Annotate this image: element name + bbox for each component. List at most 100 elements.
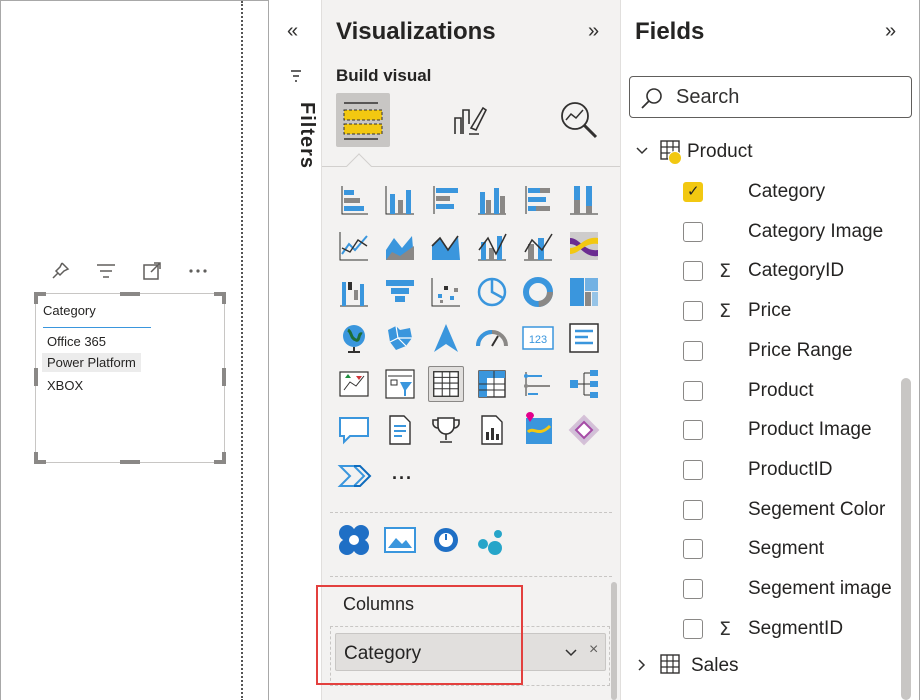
stacked-bar-chart-icon[interactable] xyxy=(336,182,372,218)
field-checkbox[interactable] xyxy=(683,539,703,560)
custom-visual-timeline-icon[interactable] xyxy=(428,522,464,558)
field-row[interactable]: Segement image xyxy=(683,575,903,603)
qa-icon[interactable] xyxy=(336,412,372,448)
chevron-down-icon[interactable] xyxy=(564,642,578,666)
report-canvas[interactable]: Category Office 365 Power Platform XBOX xyxy=(0,0,268,700)
filter-icon[interactable] xyxy=(95,260,117,287)
area-chart-icon[interactable] xyxy=(382,228,418,264)
search-icon xyxy=(640,86,664,115)
clustered-column-chart-icon[interactable] xyxy=(474,182,510,218)
field-checkbox[interactable] xyxy=(683,301,703,322)
field-checkbox[interactable] xyxy=(683,221,703,242)
slicer-visual[interactable]: Category Office 365 Power Platform XBOX xyxy=(34,292,226,464)
metrics-icon[interactable] xyxy=(428,412,464,448)
matrix-icon[interactable] xyxy=(474,366,510,402)
remove-field-button[interactable]: × xyxy=(589,641,598,659)
line-stacked-column-icon[interactable] xyxy=(520,228,556,264)
custom-visual-bubbles-icon[interactable] xyxy=(474,522,510,558)
field-row[interactable]: Σ CategoryID xyxy=(683,257,903,285)
field-row[interactable]: Product Image xyxy=(683,416,903,444)
field-row[interactable]: Segment xyxy=(683,535,903,563)
gauge-icon[interactable] xyxy=(474,320,510,356)
field-checkbox[interactable] xyxy=(683,579,703,599)
collapse-filters-button[interactable]: « xyxy=(287,20,298,43)
map-icon[interactable] xyxy=(336,320,372,356)
visualizations-scrollbar[interactable] xyxy=(611,582,617,700)
multi-row-card-icon[interactable] xyxy=(566,320,602,356)
filters-pane-collapsed[interactable]: « Filters xyxy=(268,0,321,700)
decomposition-tree-icon[interactable] xyxy=(566,366,602,402)
field-row[interactable]: Price Range xyxy=(683,337,903,365)
custom-visuals-divider xyxy=(330,512,612,513)
table-visual-icon[interactable] xyxy=(428,366,464,402)
field-checkbox[interactable] xyxy=(683,499,703,520)
field-checkbox[interactable] xyxy=(683,459,703,480)
custom-visual-image-icon[interactable] xyxy=(382,522,418,558)
fields-scrollbar[interactable] xyxy=(901,378,911,700)
line-clustered-column-icon[interactable] xyxy=(474,228,510,264)
collapse-fields-button[interactable]: » xyxy=(885,20,896,43)
custom-visual-clover-icon[interactable] xyxy=(336,522,372,558)
table-product[interactable]: Product xyxy=(635,138,752,166)
filled-map-icon[interactable] xyxy=(382,320,418,356)
clustered-bar-chart-icon[interactable] xyxy=(428,182,464,218)
field-name: Category Image xyxy=(748,220,884,242)
field-row[interactable]: Σ SegmentID xyxy=(683,615,903,643)
100-stacked-column-chart-icon[interactable] xyxy=(566,182,602,218)
field-row[interactable]: Category Image xyxy=(683,218,903,246)
field-checkbox[interactable] xyxy=(683,261,703,282)
slicer-item[interactable]: XBOX xyxy=(42,376,88,395)
field-checkbox[interactable] xyxy=(683,420,703,441)
chevron-down-icon[interactable] xyxy=(635,144,653,161)
fields-search-box[interactable] xyxy=(629,76,912,118)
100-stacked-bar-chart-icon[interactable] xyxy=(520,182,556,218)
field-name: Product xyxy=(748,379,814,401)
more-options-icon[interactable] xyxy=(187,260,209,287)
build-visual-tab[interactable] xyxy=(336,93,390,147)
card-icon[interactable]: 123 xyxy=(520,320,556,356)
treemap-icon[interactable] xyxy=(566,274,602,310)
pie-chart-icon[interactable] xyxy=(474,274,510,310)
field-row[interactable]: Category xyxy=(683,178,903,206)
field-checkbox[interactable] xyxy=(683,340,703,361)
field-checkbox[interactable] xyxy=(683,618,703,639)
more-visuals-button[interactable]: ··· xyxy=(392,468,413,489)
key-influencers-icon[interactable] xyxy=(520,366,556,402)
slicer-icon[interactable] xyxy=(382,366,418,402)
donut-chart-icon[interactable] xyxy=(520,274,556,310)
analytics-tab[interactable] xyxy=(552,93,606,147)
collapse-visualizations-button[interactable]: » xyxy=(588,20,599,43)
pin-icon[interactable] xyxy=(49,260,71,287)
format-visual-tab[interactable] xyxy=(442,93,496,147)
arcgis-map-icon[interactable] xyxy=(520,412,556,448)
funnel-chart-icon[interactable] xyxy=(382,274,418,310)
stacked-column-chart-icon[interactable] xyxy=(382,182,418,218)
azure-map-icon[interactable] xyxy=(428,320,464,356)
filters-label: Filters xyxy=(296,102,318,170)
field-checkbox[interactable] xyxy=(683,182,703,202)
chevron-right-icon[interactable] xyxy=(635,658,653,675)
kpi-icon[interactable] xyxy=(336,366,372,402)
slicer-item[interactable]: Power Platform xyxy=(42,353,141,372)
power-automate-icon[interactable] xyxy=(336,458,372,494)
field-row[interactable]: Σ Price xyxy=(683,297,903,325)
tab-indicator-caret xyxy=(346,153,372,179)
page-boundary-line xyxy=(241,1,243,700)
field-row[interactable]: Segement Color xyxy=(683,496,903,524)
field-row[interactable]: ProductID xyxy=(683,456,903,484)
scatter-chart-icon[interactable] xyxy=(428,274,464,310)
paginated-report-icon[interactable] xyxy=(474,412,510,448)
power-apps-icon[interactable] xyxy=(566,412,602,448)
slicer-item[interactable]: Office 365 xyxy=(42,332,111,351)
build-visual-icon xyxy=(343,102,383,140)
field-row[interactable]: Product xyxy=(683,377,903,405)
stacked-area-chart-icon[interactable] xyxy=(428,228,464,264)
table-sales[interactable]: Sales xyxy=(635,652,739,680)
focus-mode-icon[interactable] xyxy=(141,260,163,287)
waterfall-chart-icon[interactable] xyxy=(336,274,372,310)
smart-narrative-icon[interactable] xyxy=(382,412,418,448)
ribbon-chart-icon[interactable] xyxy=(566,228,602,264)
line-chart-icon[interactable] xyxy=(336,228,372,264)
search-input[interactable] xyxy=(676,83,896,111)
field-checkbox[interactable] xyxy=(683,380,703,401)
